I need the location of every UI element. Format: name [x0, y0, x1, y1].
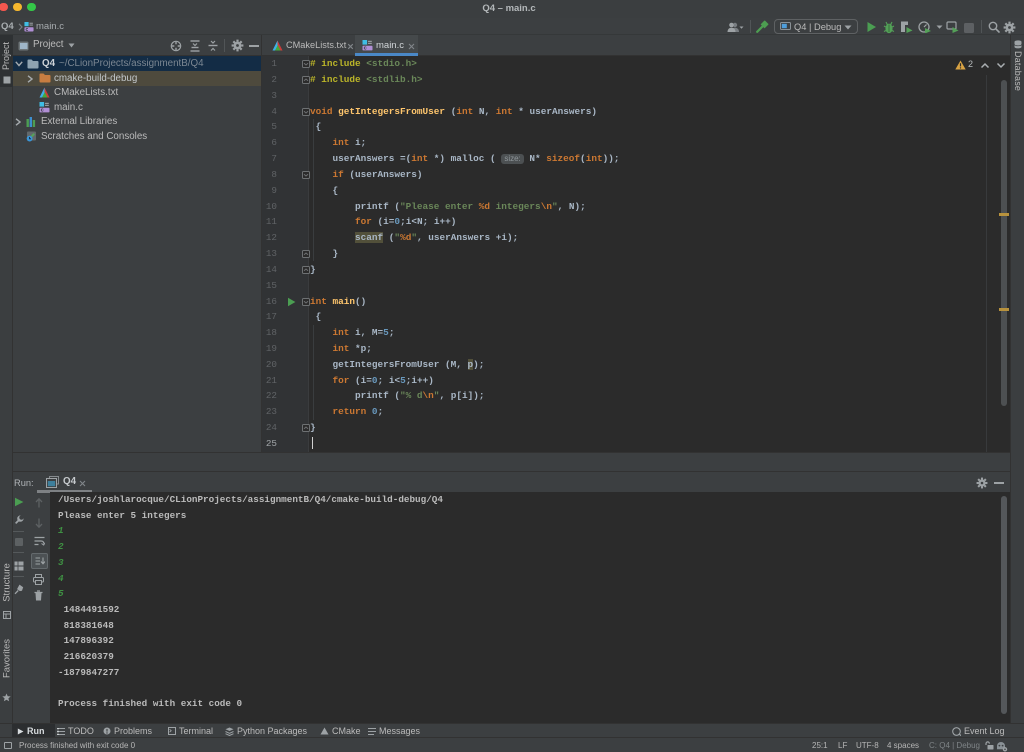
svg-text:c: c — [41, 107, 44, 112]
svg-text:c: c — [364, 46, 367, 51]
svg-text:c: c — [25, 27, 28, 32]
